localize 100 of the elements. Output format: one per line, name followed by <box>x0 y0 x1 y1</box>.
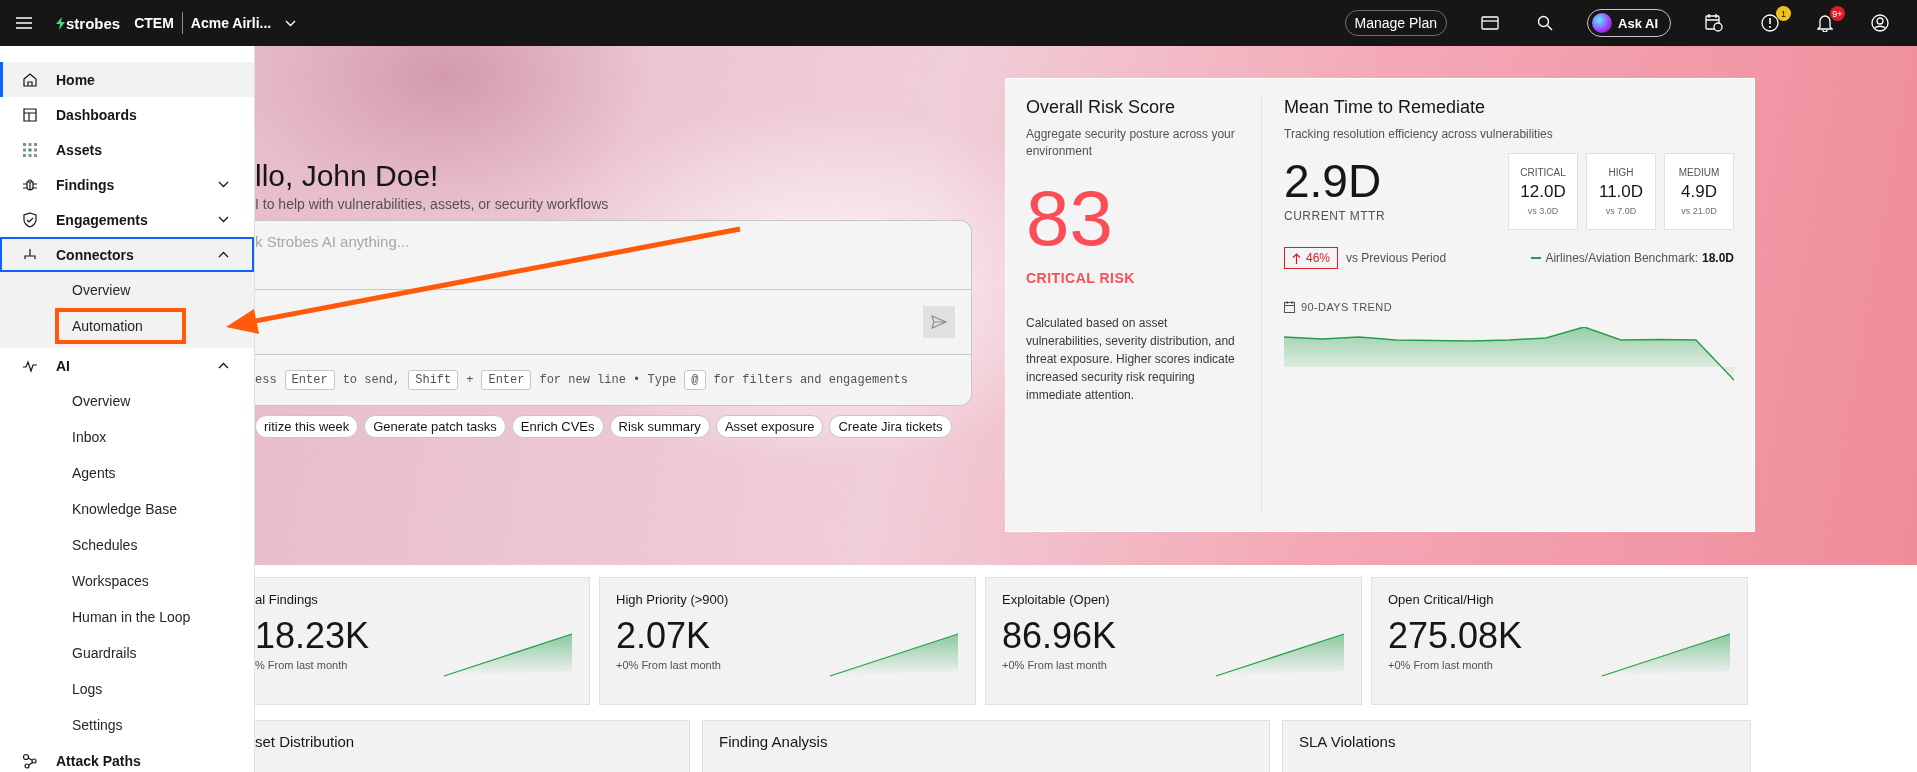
keyboard-key: Enter <box>284 370 335 390</box>
notification-count-badge: 9+ <box>1830 6 1845 21</box>
brand-logo[interactable]: strobes <box>56 14 121 32</box>
stat-value: 86.96K <box>1002 614 1117 658</box>
sidebar-item[interactable]: Findings <box>0 167 254 202</box>
severity-label: MEDIUM <box>1678 167 1720 178</box>
severity-label: CRITICAL <box>1520 167 1566 178</box>
hint-text: for filters and engagements <box>713 373 908 387</box>
credit-card-icon[interactable] <box>1481 16 1499 30</box>
suggestion-chip[interactable]: Asset exposure <box>715 415 824 438</box>
mttr-value: 2.9D <box>1284 154 1383 209</box>
greeting-subtitle: I to help with vulnerabilities, assets, or security workflows <box>255 196 610 212</box>
sidebar-subitem[interactable]: Overview <box>55 383 186 419</box>
severity-comparison: vs 21.0D <box>1681 206 1717 216</box>
trend-title: 90-DAYS TREND <box>1301 301 1392 313</box>
alert-count-badge: 1 <box>1776 6 1791 21</box>
bug-icon <box>22 176 38 193</box>
panel-title: SLA Violations <box>1299 733 1396 750</box>
severity-comparison: vs 3.0D <box>1527 206 1559 216</box>
sidebar-subitem[interactable]: Schedules <box>55 527 186 563</box>
panel-title: Finding Analysis <box>719 733 828 750</box>
stat-value: 18.23K <box>255 614 370 658</box>
hint-text: to send, <box>342 373 401 387</box>
sidebar-subitem[interactable]: Guardrails <box>55 635 186 671</box>
stat-change: +0% From last month <box>1002 659 1108 671</box>
stat-change: +0% From last month <box>1388 659 1494 671</box>
card-title: Mean Time to Remediate <box>1284 97 1487 118</box>
hint-text: for new line • Type <box>539 373 677 387</box>
change-label: vs Previous Period <box>1346 251 1447 265</box>
home-icon <box>22 71 38 88</box>
user-icon[interactable] <box>1871 14 1889 32</box>
send-icon <box>931 315 947 329</box>
sidebar-subitem[interactable]: Agents <box>55 455 186 491</box>
keyboard-key: @ <box>684 370 706 390</box>
stat-change: % From last month <box>255 659 349 671</box>
alert-icon[interactable] <box>1761 14 1779 32</box>
stat-title: Open Critical/High <box>1388 592 1495 607</box>
suggestion-chip[interactable]: Enrich CVEs <box>511 415 604 438</box>
card-title: Overall Risk Score <box>1026 97 1177 118</box>
risk-level: CRITICAL RISK <box>1026 270 1136 286</box>
sidebar-subitem[interactable]: Workspaces <box>55 563 186 599</box>
chevron-down-icon[interactable] <box>218 216 229 223</box>
keyboard-key: Shift <box>408 370 459 390</box>
chevron-down-icon[interactable] <box>218 181 229 188</box>
sidebar-item[interactable]: Attack Paths <box>0 743 254 772</box>
bolt-icon <box>56 16 65 30</box>
nodes-icon <box>22 752 38 769</box>
sidebar-subitem[interactable]: Settings <box>55 707 186 743</box>
dashboard-icon <box>22 106 38 123</box>
sidebar-item[interactable]: Dashboards <box>0 97 254 132</box>
severity-value: 4.9D <box>1681 182 1717 202</box>
brand-name: strobes <box>66 14 121 32</box>
menu-icon[interactable] <box>16 17 32 29</box>
suggestion-chip[interactable]: ritize this week <box>255 415 359 438</box>
mttr-label: CURRENT MTTR <box>1284 209 1386 223</box>
hint-text: + <box>466 373 474 387</box>
ask-ai-button[interactable]: Ask AI <box>1587 9 1671 37</box>
hint-text: ess <box>255 373 277 387</box>
chevron-up-icon[interactable] <box>218 362 229 369</box>
sidebar-subitem[interactable]: Automation <box>55 308 186 344</box>
card-subtitle: Aggregate security posture across your environment <box>1026 126 1236 160</box>
suggestion-chip[interactable]: Generate patch tasks <box>364 415 506 438</box>
sidebar-item[interactable]: Connectors <box>0 237 254 272</box>
risk-description: Calculated based on asset vulnerabilities, severity distribution, and threat exposure. Higher scores indicate increased security risk requiring immediate attention. <box>1026 315 1236 404</box>
panel-title: set Distribution <box>255 733 355 750</box>
calendar-icon <box>1284 301 1295 313</box>
severity-comparison: vs 7.0D <box>1605 206 1637 216</box>
sidebar-item[interactable]: Home <box>0 62 254 97</box>
card-subtitle: Tracking resolution efficiency across vulnerabilities <box>1284 126 1554 143</box>
sidebar-subitem[interactable]: Human in the Loop <box>55 599 205 635</box>
sidebar-item[interactable]: Assets <box>0 132 254 167</box>
suggestion-chip[interactable]: Create Jira tickets <box>829 415 952 438</box>
sidebar-subitem[interactable]: Overview <box>55 272 186 308</box>
organization-selector[interactable]: Acme Airli... <box>190 15 272 31</box>
sidebar-item[interactable]: Engagements <box>0 202 254 237</box>
change-badge: 46% <box>1284 247 1339 269</box>
stat-title: al Findings <box>255 592 319 607</box>
shield-icon <box>22 211 38 228</box>
sidebar-subitem[interactable]: Inbox <box>55 419 186 455</box>
calendar-clock-icon[interactable] <box>1705 14 1723 32</box>
stat-value: 2.07K <box>616 614 712 658</box>
keyboard-key: Enter <box>481 370 532 390</box>
arrow-up-icon <box>1292 252 1301 264</box>
benchmark-value: 18.0D <box>1701 251 1734 265</box>
severity-value: 11.0D <box>1598 182 1644 202</box>
search-icon[interactable] <box>1537 15 1553 31</box>
risk-score: 83 <box>1026 174 1114 262</box>
stat-value: 275.08K <box>1388 614 1523 658</box>
greeting-heading: llo, John Doe! <box>255 158 440 194</box>
sidebar-subitem[interactable]: Knowledge Base <box>55 491 192 527</box>
chat-input[interactable]: k Strobes AI anything... <box>255 220 972 290</box>
manage-plan-button[interactable]: Manage Plan <box>1344 10 1447 36</box>
chevron-up-icon[interactable] <box>218 251 229 258</box>
stat-title: Exploitable (Open) <box>1002 592 1111 607</box>
sidebar-item[interactable]: AI <box>0 348 254 383</box>
sidebar-subitem[interactable]: Logs <box>55 671 186 707</box>
severity-label: HIGH <box>1608 167 1634 178</box>
suggestion-chip[interactable]: Risk summary <box>609 415 710 438</box>
stat-change: +0% From last month <box>616 659 721 671</box>
bell-icon[interactable] <box>1817 14 1833 32</box>
